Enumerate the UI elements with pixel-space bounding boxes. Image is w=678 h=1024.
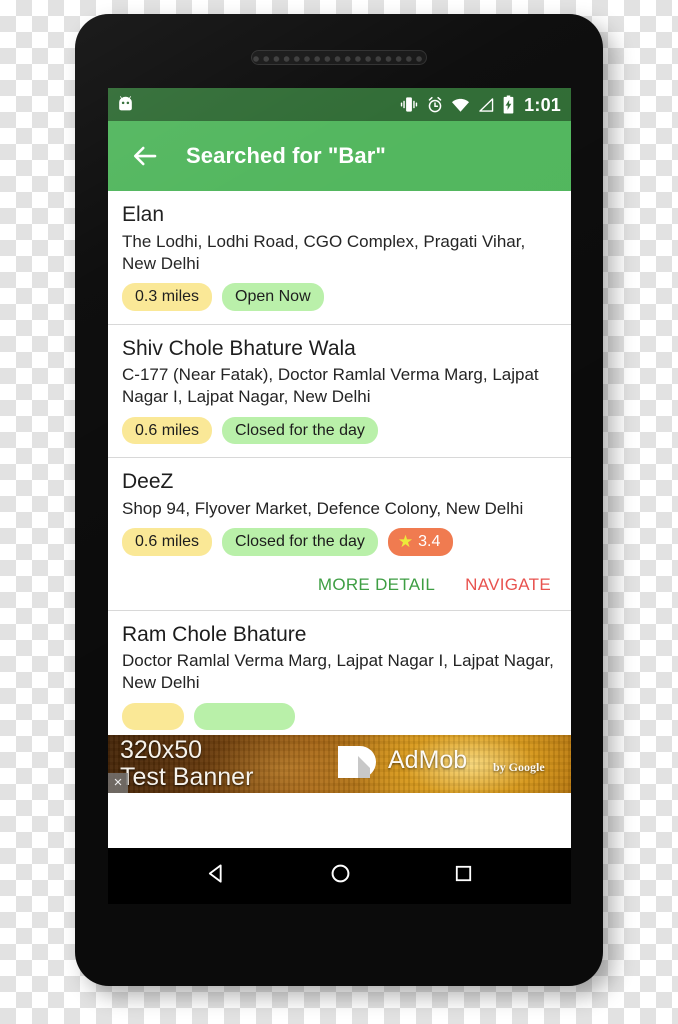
battery-charging-icon (502, 95, 515, 114)
status-bar: 1:01 (108, 88, 571, 121)
distance-badge (122, 702, 184, 731)
place-name: Shiv Chole Bhature Wala (122, 336, 356, 360)
status-badge: Closed for the day (222, 527, 378, 556)
back-arrow-icon[interactable] (130, 141, 160, 171)
ad-brand-text: AdMob (388, 746, 468, 774)
distance-badge: 0.6 miles (122, 416, 213, 445)
badge-row: 0.6 miles Closed for the day ★ 3.4 (122, 527, 557, 556)
place-address: Shop 94, Flyover Market, Defence Colony,… (122, 498, 524, 518)
distance-badge: 0.3 miles (122, 282, 213, 311)
page-title: Searched for "Bar" (186, 143, 386, 168)
more-detail-button[interactable]: MORE DETAIL (316, 573, 437, 597)
place-name: Ram Chole Bhature (122, 622, 307, 646)
phone-screen: 1:01 Searched for "Bar" Elan The Lodhi, … (108, 88, 571, 848)
status-badge: Closed for the day (222, 416, 378, 445)
signal-icon (477, 97, 495, 113)
list-item[interactable]: Elan The Lodhi, Lodhi Road, CGO Complex,… (108, 191, 571, 325)
alarm-icon (426, 96, 444, 114)
badge-row: 0.6 miles Closed for the day (122, 416, 557, 445)
navigation-bar (108, 848, 571, 904)
status-badge: Open Now (222, 282, 324, 311)
nav-back-icon[interactable] (204, 861, 229, 891)
rating-badge: ★ 3.4 (387, 527, 454, 556)
place-name: DeeZ (122, 470, 174, 494)
admob-logo-icon (336, 744, 378, 784)
vibrate-icon (399, 96, 419, 113)
badge-row (122, 702, 557, 731)
list-item[interactable]: Shiv Chole Bhature Wala C-177 (Near Fata… (108, 325, 571, 459)
android-robot-icon (116, 95, 135, 114)
wifi-icon (451, 97, 470, 113)
nav-home-icon[interactable] (328, 861, 353, 891)
nav-recents-icon[interactable] (452, 862, 475, 890)
badge-row: 0.3 miles Open Now (122, 282, 557, 311)
place-name: Elan (122, 203, 165, 226)
ad-size-text: 320x50 Test Banner (120, 736, 254, 791)
navigate-button[interactable]: NAVIGATE (463, 573, 553, 597)
status-clock: 1:01 (524, 94, 561, 115)
place-address: The Lodhi, Lodhi Road, CGO Complex, Prag… (122, 231, 526, 273)
place-address: Doctor Ramlal Verma Marg, Lajpat Nagar I… (122, 651, 554, 693)
item-action-row: MORE DETAIL NAVIGATE (122, 573, 557, 597)
place-address: C-177 (Near Fatak), Doctor Ramlal Verma … (122, 365, 539, 407)
app-bar: Searched for "Bar" (108, 121, 571, 191)
phone-device: 1:01 Searched for "Bar" Elan The Lodhi, … (75, 14, 603, 986)
rating-value: 3.4 (418, 532, 441, 550)
earpiece-speaker (251, 50, 427, 65)
list-item[interactable]: DeeZ Shop 94, Flyover Market, Defence Co… (108, 458, 571, 611)
close-icon[interactable]: × (108, 773, 128, 793)
list-item[interactable]: Ram Chole Bhature Doctor Ramlal Verma Ma… (108, 611, 571, 745)
search-results-list[interactable]: Elan The Lodhi, Lodhi Road, CGO Complex,… (108, 191, 571, 793)
ad-byline-text: by Google (493, 760, 545, 774)
distance-badge: 0.6 miles (122, 527, 213, 556)
status-badge (193, 702, 296, 731)
star-icon: ★ (397, 532, 414, 552)
admob-banner-ad[interactable]: 320x50 Test Banner AdMob by Google × (108, 735, 571, 793)
